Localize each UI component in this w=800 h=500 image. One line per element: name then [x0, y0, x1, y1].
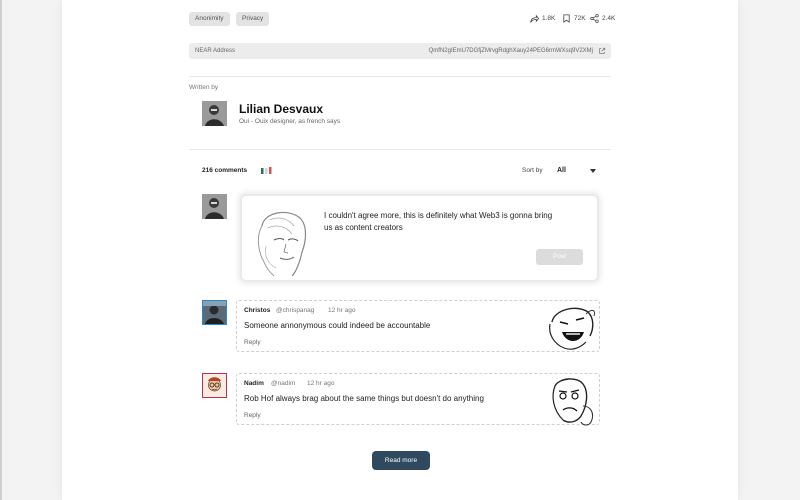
page-edge: [0, 0, 2, 500]
tag-privacy[interactable]: Privacy: [236, 12, 270, 26]
written-by-label: Written by: [189, 84, 219, 91]
woman-sketch-illustration: [257, 211, 307, 276]
nadim-avatar[interactable]: [202, 373, 227, 398]
sort-value: All: [557, 167, 566, 174]
current-user-avatar: [202, 194, 227, 219]
comment-author-handle[interactable]: @chrispanag: [276, 307, 314, 314]
chevron-down-icon: [590, 169, 596, 173]
comment-author-handle[interactable]: @nadim: [271, 380, 295, 387]
laughing-face-sketch: [549, 307, 595, 350]
divider: [189, 149, 611, 150]
near-address-bar[interactable]: NEAR Address QmfN2gIEmU7DGfjZMrvgRdghXau…: [189, 43, 611, 59]
share-count: 1.8K: [542, 14, 556, 22]
bookmark-stat[interactable]: 72K: [562, 12, 586, 24]
repost-count: 2.4K: [602, 14, 616, 22]
comment-text: Rob Hof always brag about the same thing…: [244, 394, 484, 403]
reply-button[interactable]: Reply: [244, 339, 261, 346]
network-share-icon: [590, 13, 599, 23]
sort-select[interactable]: All: [553, 163, 601, 179]
author-name[interactable]: Lilian Desvaux: [239, 102, 323, 116]
share-stat[interactable]: 1.8K: [530, 12, 555, 24]
comment-timestamp: 12 hr ago: [328, 307, 356, 314]
divider: [189, 76, 611, 77]
bookmark-count: 72K: [574, 14, 586, 22]
tag-anonimity[interactable]: Anonimity: [189, 12, 230, 26]
christos-avatar[interactable]: [202, 300, 227, 325]
comment-author-name[interactable]: Nadim: [244, 380, 264, 387]
comment-text: Someone annonymous could indeed be accou…: [244, 321, 431, 330]
sort-label: Sort by: [522, 167, 543, 174]
author-avatar[interactable]: [202, 101, 227, 126]
near-address-value: QmfN2gIEmU7DGfjZMrvgRdghXauy24PEG6rmWXsq…: [428, 48, 593, 54]
post-button[interactable]: Post: [536, 249, 583, 265]
author-bio: Oui - Ouix designer, as french says: [239, 118, 341, 125]
share-icon: [530, 14, 539, 23]
bookmark-icon: [563, 13, 570, 23]
reply-button[interactable]: Reply: [244, 412, 261, 419]
near-address-label: NEAR Address: [195, 48, 236, 54]
comment-timestamp: 12 hr ago: [307, 380, 335, 387]
comment-input[interactable]: I couldn't agree more, this is definitel…: [324, 210, 554, 234]
skeptical-face-sketch: [552, 378, 594, 426]
flag-icon: [261, 167, 272, 174]
read-more-button[interactable]: Read more: [372, 451, 430, 470]
comment-author-name[interactable]: Christos: [244, 307, 270, 314]
comments-count: 216 comments: [202, 167, 248, 174]
external-link-icon[interactable]: [598, 47, 606, 55]
repost-stat[interactable]: 2.4K: [590, 12, 615, 24]
